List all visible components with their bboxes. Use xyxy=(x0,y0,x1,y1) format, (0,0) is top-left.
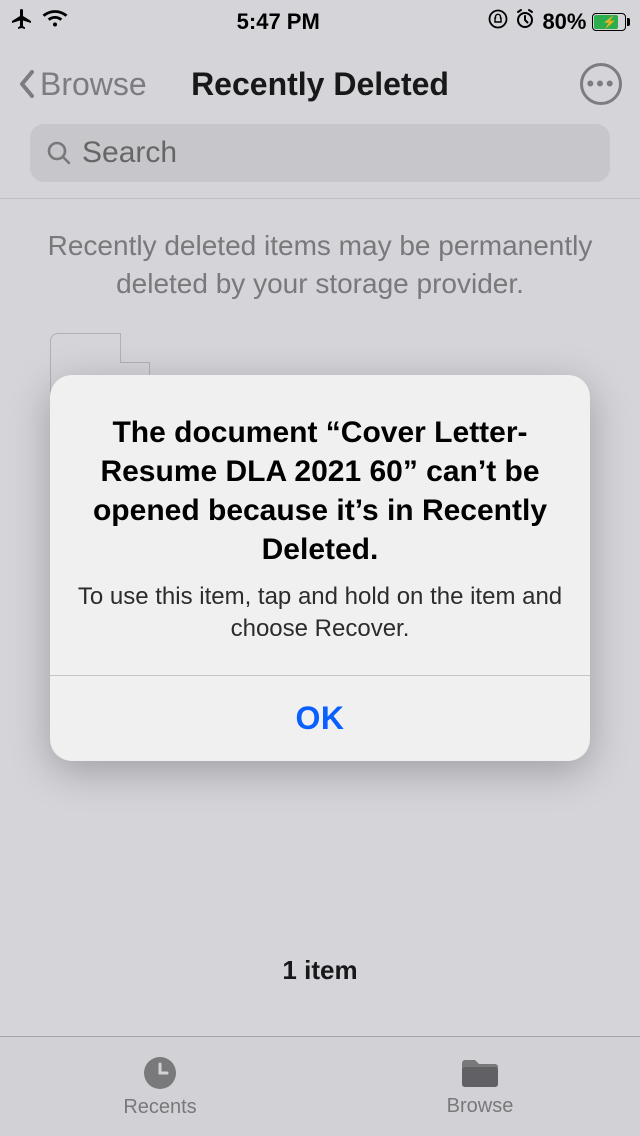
alert-ok-button[interactable]: OK xyxy=(50,676,590,761)
alert-dialog: The document “Cover Letter- Resume DLA 2… xyxy=(50,375,590,762)
alert-title: The document “Cover Letter- Resume DLA 2… xyxy=(76,413,564,569)
alert-overlay: The document “Cover Letter- Resume DLA 2… xyxy=(0,0,640,1136)
alert-message: To use this item, tap and hold on the it… xyxy=(76,581,564,646)
